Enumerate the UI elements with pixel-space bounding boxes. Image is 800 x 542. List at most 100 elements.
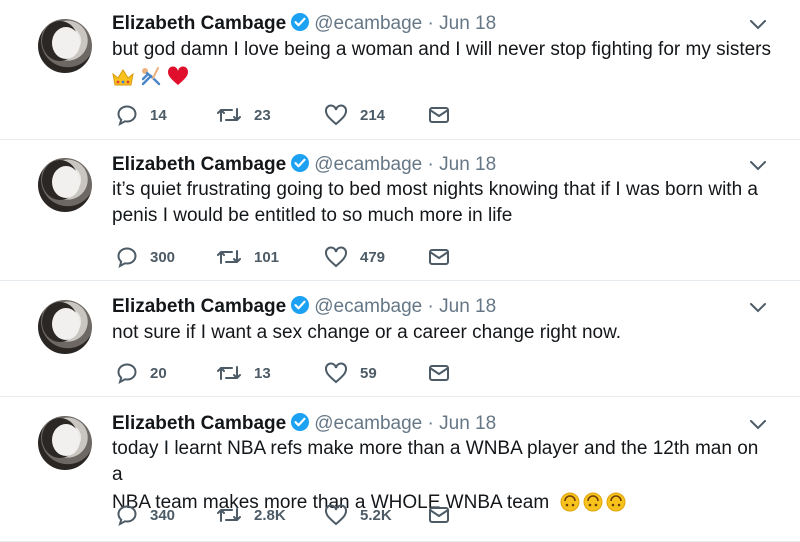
reply-icon (117, 105, 137, 126)
timestamp[interactable]: Jun 18 (439, 154, 496, 175)
upside-down-face-emoji (560, 492, 580, 512)
heart-icon (325, 246, 347, 268)
handle[interactable]: @ecambage (314, 296, 422, 317)
retweet-icon (217, 250, 241, 264)
like-count: 214 (360, 106, 386, 124)
separator: · (427, 13, 434, 34)
display-name[interactable]: Elizabeth Cambage (112, 13, 286, 34)
emoji-group (560, 492, 629, 513)
upside-down-face-emoji (583, 492, 603, 512)
tweet-actions: 300 101 479 (116, 246, 476, 268)
like-count: 5.2K (360, 506, 392, 524)
tweet-header: Elizabeth Cambage @ecambage · Jun 18 (112, 295, 496, 321)
heart-icon (325, 362, 347, 384)
upside-down-face-emoji (606, 492, 626, 512)
retweet-count: 23 (254, 106, 271, 124)
tweet[interactable]: Elizabeth Cambage @ecambage · Jun 18 not … (0, 280, 800, 397)
tweet[interactable]: Elizabeth Cambage @ecambage · Jun 18 but … (0, 0, 800, 140)
avatar[interactable] (38, 416, 92, 470)
reply-icon (117, 505, 137, 526)
tweet[interactable]: Elizabeth Cambage @ecambage · Jun 18 toda… (0, 396, 800, 542)
handle[interactable]: @ecambage (314, 13, 422, 34)
direct-message-button[interactable] (428, 506, 450, 529)
retweet-button[interactable]: 23 (216, 104, 271, 126)
crown-emoji (112, 68, 134, 86)
tweet-header: Elizabeth Cambage @ecambage · Jun 18 (112, 412, 496, 438)
timestamp[interactable]: Jun 18 (439, 13, 496, 34)
separator: · (427, 154, 434, 175)
reply-button[interactable]: 20 (116, 362, 167, 384)
like-button[interactable]: 59 (324, 362, 377, 384)
direct-message-button[interactable] (428, 364, 450, 387)
tweet-actions: 340 2.8K 5.2K (116, 504, 476, 526)
heart-icon (325, 104, 347, 126)
retweet-icon (217, 108, 241, 122)
like-button[interactable]: 5.2K (324, 504, 392, 526)
chevron-down-icon[interactable] (748, 417, 768, 431)
heart-icon (325, 504, 347, 526)
chevron-down-icon[interactable] (748, 158, 768, 172)
tweet-text: it’s quiet frustrating going to bed most… (112, 177, 772, 229)
like-count: 479 (360, 248, 386, 266)
verified-badge-icon (290, 295, 310, 321)
verified-badge-icon (290, 412, 310, 438)
retweet-count: 13 (254, 364, 271, 382)
reply-icon (117, 363, 137, 384)
separator: · (427, 296, 434, 317)
envelope-icon (429, 107, 449, 123)
separator: · (427, 413, 434, 434)
tweet[interactable]: Elizabeth Cambage @ecambage · Jun 18 it’s… (0, 139, 800, 281)
direct-message-button[interactable] (428, 106, 450, 129)
chevron-down-icon[interactable] (748, 17, 768, 31)
handle[interactable]: @ecambage (314, 413, 422, 434)
tweet-actions: 20 13 59 (116, 362, 476, 384)
direct-message-button[interactable] (428, 248, 450, 271)
like-count: 59 (360, 364, 377, 382)
avatar[interactable] (38, 19, 92, 73)
cartwheel-emoji (139, 66, 161, 86)
timestamp[interactable]: Jun 18 (439, 413, 496, 434)
tweet-actions: 14 23 214 (116, 104, 476, 126)
reply-button[interactable]: 300 (116, 246, 175, 268)
verified-badge-icon (290, 153, 310, 179)
like-button[interactable]: 214 (324, 104, 385, 126)
envelope-icon (429, 507, 449, 523)
tweet-text: not sure if I want a sex change or a car… (112, 320, 772, 346)
retweet-icon (217, 508, 241, 522)
tweet-header: Elizabeth Cambage @ecambage · Jun 18 (112, 153, 496, 179)
reply-count: 340 (150, 506, 176, 524)
tweet-text-line: today I learnt NBA refs make more than a… (112, 438, 759, 485)
envelope-icon (429, 365, 449, 381)
like-button[interactable]: 479 (324, 246, 385, 268)
tweet-text-line: penis I would be entitled to so much mor… (112, 205, 513, 226)
tweet-header: Elizabeth Cambage @ecambage · Jun 18 (112, 12, 496, 38)
retweet-count: 101 (254, 248, 280, 266)
display-name[interactable]: Elizabeth Cambage (112, 296, 286, 317)
red-heart-emoji (167, 66, 189, 85)
retweet-count: 2.8K (254, 506, 286, 524)
retweet-button[interactable]: 13 (216, 362, 271, 384)
envelope-icon (429, 249, 449, 265)
reply-count: 300 (150, 248, 176, 266)
reply-count: 20 (150, 364, 167, 382)
reply-icon (117, 247, 137, 268)
avatar[interactable] (38, 158, 92, 212)
tweet-text: but god damn I love being a woman and I … (112, 37, 772, 91)
tweet-text-line: it’s quiet frustrating going to bed most… (112, 179, 758, 200)
verified-badge-icon (290, 12, 310, 38)
reply-count: 14 (150, 106, 167, 124)
avatar[interactable] (38, 300, 92, 354)
retweet-button[interactable]: 101 (216, 246, 279, 268)
emoji-line (112, 65, 772, 91)
timestamp[interactable]: Jun 18 (439, 296, 496, 317)
reply-button[interactable]: 340 (116, 504, 175, 526)
tweet-text-line: not sure if I want a sex change or a car… (112, 322, 622, 343)
handle[interactable]: @ecambage (314, 154, 422, 175)
chevron-down-icon[interactable] (748, 300, 768, 314)
retweet-button[interactable]: 2.8K (216, 504, 286, 526)
tweet-text-line: but god damn I love being a woman and I … (112, 39, 772, 60)
display-name[interactable]: Elizabeth Cambage (112, 154, 286, 175)
display-name[interactable]: Elizabeth Cambage (112, 413, 286, 434)
reply-button[interactable]: 14 (116, 104, 167, 126)
retweet-icon (217, 366, 241, 380)
